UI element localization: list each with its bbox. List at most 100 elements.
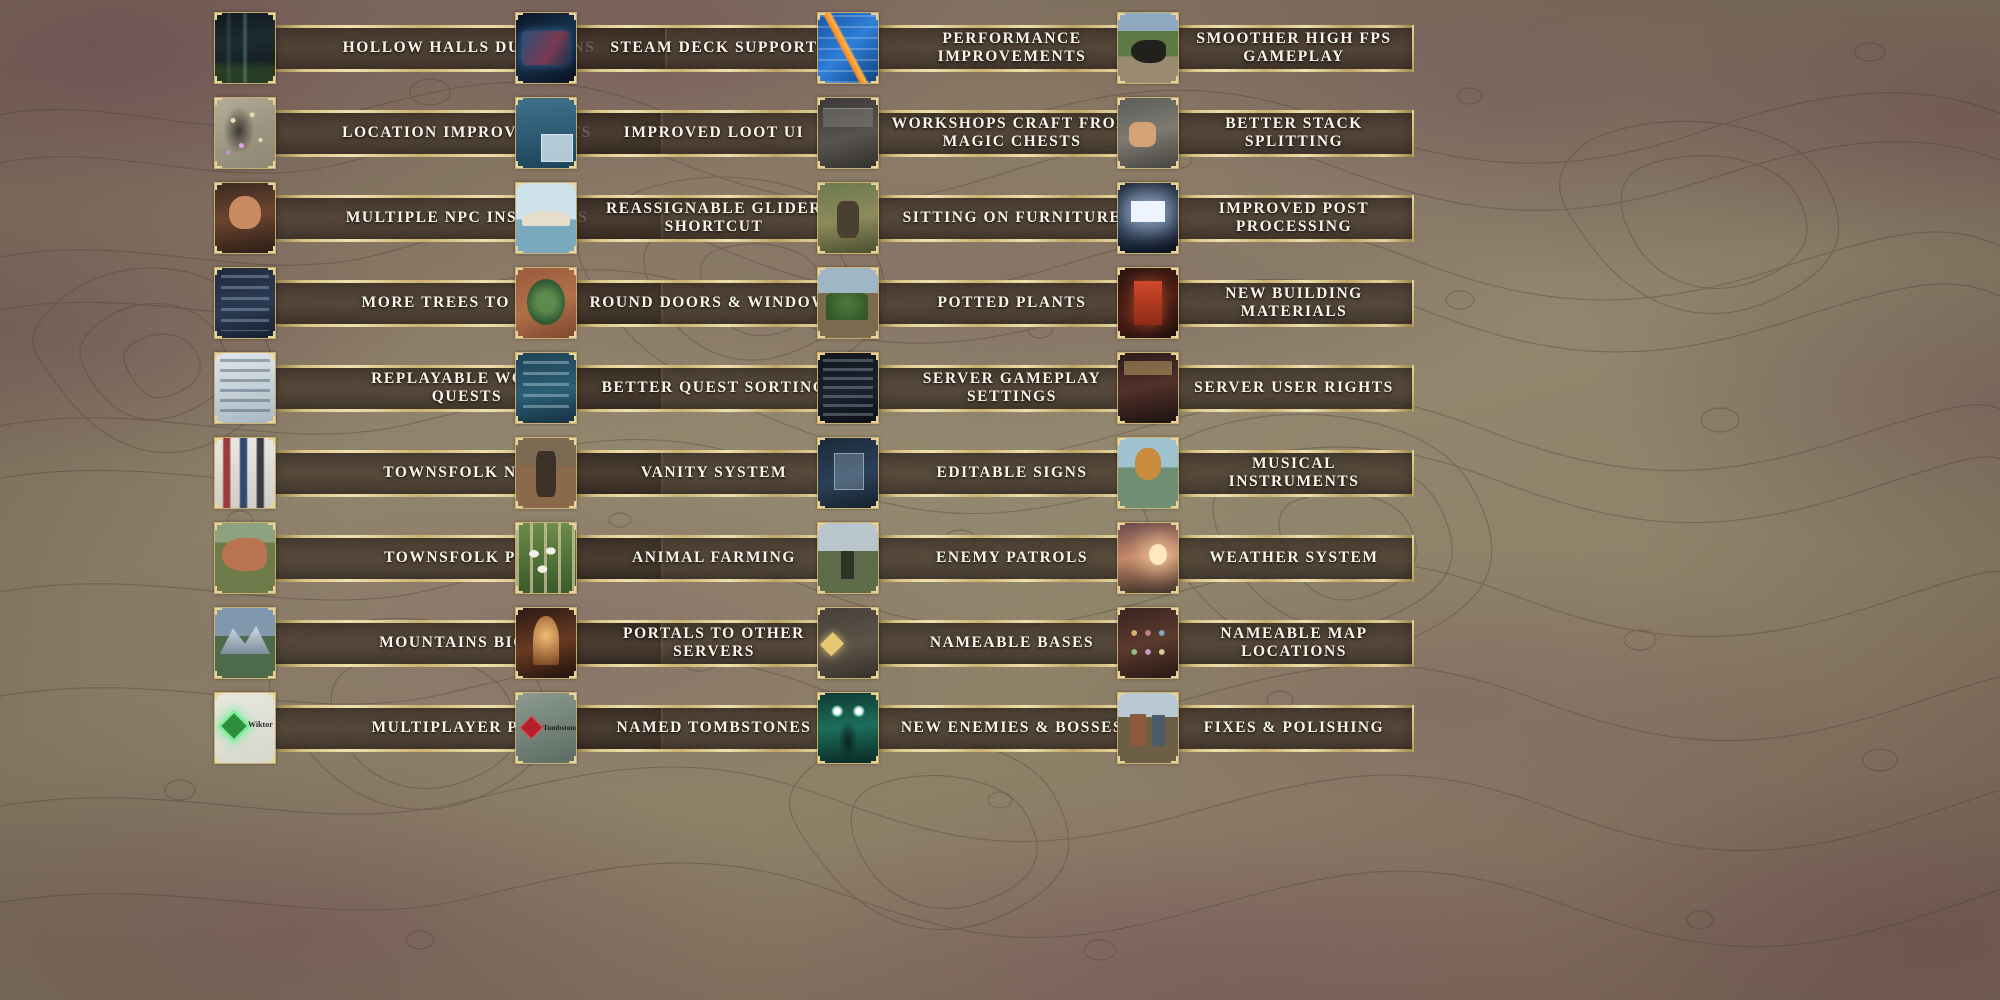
- sunset-weather-thumbnail[interactable]: [1117, 522, 1179, 594]
- glider-flight-thumbnail[interactable]: [515, 182, 577, 254]
- feature-item-better-stack-splitting[interactable]: BETTER STACK SPLITTING: [1117, 97, 1414, 169]
- feature-item-musical-instruments[interactable]: MUSICAL INSTRUMENTS: [1117, 437, 1414, 509]
- feature-label-bar-round-doors-and-windows[interactable]: ROUND DOORS & WINDOWS: [574, 279, 856, 327]
- feature-label-bar-better-stack-splitting[interactable]: BETTER STACK SPLITTING: [1176, 109, 1414, 157]
- mountain-landscape-thumbnail[interactable]: [214, 607, 276, 679]
- loot-window-thumbnail[interactable]: [515, 97, 577, 169]
- feature-item-sitting-on-furniture[interactable]: SITTING ON FURNITURE: [817, 182, 1150, 254]
- feature-label-bar-new-enemies-and-bosses[interactable]: NEW ENEMIES & BOSSES: [876, 704, 1150, 752]
- quest-sorting-panel-thumbnail[interactable]: [515, 352, 577, 424]
- feature-item-nameable-map-locations[interactable]: NAMEABLE MAP LOCATIONS: [1117, 607, 1414, 679]
- characters-scene-thumbnail[interactable]: [1117, 692, 1179, 764]
- feature-label-bar-enemy-patrols[interactable]: ENEMY PATROLS: [876, 534, 1150, 582]
- feature-label-bar-better-quest-sorting[interactable]: BETTER QUEST SORTING: [574, 364, 856, 412]
- feature-label-bar-sitting-on-furniture[interactable]: SITTING ON FURNITURE: [876, 194, 1150, 242]
- feature-item-potted-plants[interactable]: POTTED PLANTS: [817, 267, 1150, 339]
- npc-dwarf-portrait-thumbnail[interactable]: [214, 182, 276, 254]
- vanity-outfit-thumbnail[interactable]: [515, 437, 577, 509]
- feature-label-text: SERVER GAMEPLAY SETTINGS: [922, 369, 1102, 405]
- feature-label-bar-workshops-craft-magic-chests[interactable]: WORKSHOPS CRAFT FROM MAGIC CHESTS: [876, 109, 1150, 157]
- feature-label-bar-potted-plants[interactable]: POTTED PLANTS: [876, 279, 1150, 327]
- feature-item-improved-post-processing[interactable]: IMPROVED POST PROCESSING: [1117, 182, 1414, 254]
- feature-label-bar-vanity-system[interactable]: VANITY SYSTEM: [574, 449, 856, 497]
- feature-item-weather-system[interactable]: WEATHER SYSTEM: [1117, 522, 1414, 594]
- feature-label-bar-performance-improvements[interactable]: PERFORMANCE IMPROVEMENTS: [876, 24, 1150, 72]
- round-door-thumbnail[interactable]: [515, 267, 577, 339]
- enemy-patrol-thumbnail[interactable]: [817, 522, 879, 594]
- portal-doorway-thumbnail[interactable]: [515, 607, 577, 679]
- feature-item-enemy-patrols[interactable]: ENEMY PATROLS: [817, 522, 1150, 594]
- feature-label-bar-named-tombstones[interactable]: NAMED TOMBSTONES: [574, 704, 856, 752]
- feature-label-bar-new-building-materials[interactable]: NEW BUILDING MATERIALS: [1176, 279, 1414, 327]
- world-map-markers-thumbnail[interactable]: [214, 97, 276, 169]
- quest-list-panel-thumbnail[interactable]: [214, 352, 276, 424]
- home-level-marker-thumbnail[interactable]: [817, 607, 879, 679]
- feature-label-bar-nameable-bases[interactable]: NAMEABLE BASES: [876, 619, 1150, 667]
- animal-pen-thumbnail[interactable]: [515, 522, 577, 594]
- wooden-sign-thumbnail[interactable]: [817, 437, 879, 509]
- stock-market-chart-thumbnail[interactable]: [817, 12, 879, 84]
- creature-running-thumbnail[interactable]: [1117, 12, 1179, 84]
- feature-item-reassignable-glider-shortcut[interactable]: REASSIGNABLE GLIDER SHORTCUT: [515, 182, 856, 254]
- server-permissions-thumbnail[interactable]: [1117, 352, 1179, 424]
- thumbnail-corner-ornament: [818, 246, 825, 253]
- potted-plants-thumbnail[interactable]: [817, 267, 879, 339]
- feature-item-server-user-rights[interactable]: SERVER USER RIGHTS: [1117, 352, 1414, 424]
- feature-label-bar-fixes-and-polishing[interactable]: FIXES & POLISHING: [1176, 704, 1414, 752]
- inventory-stack-thumbnail[interactable]: [1117, 97, 1179, 169]
- player-ping-marker-thumbnail[interactable]: Wiktor: [214, 692, 276, 764]
- townsfolk-character-sheet-thumbnail[interactable]: [214, 437, 276, 509]
- feature-label-bar-musical-instruments[interactable]: MUSICAL INSTRUMENTS: [1176, 449, 1414, 497]
- feature-label-bar-smoother-high-fps-gameplay[interactable]: SMOOTHER HIGH FPS GAMEPLAY: [1176, 24, 1414, 72]
- feature-label-bar-improved-loot-ui[interactable]: IMPROVED LOOT UI: [574, 109, 856, 157]
- building-material-thumbnail[interactable]: [1117, 267, 1179, 339]
- feature-label-bar-editable-signs[interactable]: EDITABLE SIGNS: [876, 449, 1150, 497]
- feature-item-performance-improvements[interactable]: PERFORMANCE IMPROVEMENTS: [817, 12, 1150, 84]
- feature-item-fixes-and-polishing[interactable]: FIXES & POLISHING: [1117, 692, 1414, 764]
- feature-item-portals-to-other-servers[interactable]: PORTALS TO OTHER SERVERS: [515, 607, 856, 679]
- feature-label-text: SMOOTHER HIGH FPS GAMEPLAY: [1196, 29, 1392, 65]
- dungeon-interior-thumbnail[interactable]: [214, 12, 276, 84]
- tombstone-marker-thumbnail[interactable]: Tombstone: [515, 692, 577, 764]
- feature-label-bar-server-gameplay-settings[interactable]: SERVER GAMEPLAY SETTINGS: [876, 364, 1150, 412]
- feature-label-bar-animal-farming[interactable]: ANIMAL FARMING: [574, 534, 856, 582]
- feature-item-workshops-craft-magic-chests[interactable]: WORKSHOPS CRAFT FROM MAGIC CHESTS: [817, 97, 1150, 169]
- feature-item-smoother-high-fps-gameplay[interactable]: SMOOTHER HIGH FPS GAMEPLAY: [1117, 12, 1414, 84]
- feature-label-bar-improved-post-processing[interactable]: IMPROVED POST PROCESSING: [1176, 194, 1414, 242]
- feature-label-bar-steam-deck-support[interactable]: STEAM DECK SUPPORT: [574, 24, 856, 72]
- map-marker-picker-thumbnail[interactable]: [1117, 607, 1179, 679]
- workshop-panel-thumbnail[interactable]: [817, 97, 879, 169]
- feature-item-steam-deck-support[interactable]: STEAM DECK SUPPORT: [515, 12, 856, 84]
- feature-label-text: PORTALS TO OTHER SERVERS: [623, 624, 805, 660]
- tree-list-panel-thumbnail[interactable]: [214, 267, 276, 339]
- lute-player-thumbnail[interactable]: [1117, 437, 1179, 509]
- thumbnail-corner-ornament: [516, 76, 523, 83]
- steam-deck-device-thumbnail[interactable]: [515, 12, 577, 84]
- feature-item-editable-signs[interactable]: EDITABLE SIGNS: [817, 437, 1150, 509]
- pet-animal-thumbnail[interactable]: [214, 522, 276, 594]
- feature-item-named-tombstones[interactable]: Tombstone NAMED TOMBSTONES: [515, 692, 856, 764]
- feature-item-animal-farming[interactable]: ANIMAL FARMING: [515, 522, 856, 594]
- feature-item-round-doors-and-windows[interactable]: ROUND DOORS & WINDOWS: [515, 267, 856, 339]
- feature-label-text: ROUND DOORS & WINDOWS: [589, 293, 839, 311]
- boss-creature-thumbnail[interactable]: [817, 692, 879, 764]
- feature-item-new-enemies-and-bosses[interactable]: NEW ENEMIES & BOSSES: [817, 692, 1150, 764]
- feature-item-new-building-materials[interactable]: NEW BUILDING MATERIALS: [1117, 267, 1414, 339]
- character-sitting-thumbnail[interactable]: [817, 182, 879, 254]
- feature-label-bar-server-user-rights[interactable]: SERVER USER RIGHTS: [1176, 364, 1414, 412]
- feature-item-server-gameplay-settings[interactable]: SERVER GAMEPLAY SETTINGS: [817, 352, 1150, 424]
- server-settings-panel-thumbnail[interactable]: [817, 352, 879, 424]
- feature-item-improved-loot-ui[interactable]: IMPROVED LOOT UI: [515, 97, 856, 169]
- thumbnail-corner-ornament: [1171, 268, 1178, 275]
- lighting-effect-thumbnail[interactable]: [1117, 182, 1179, 254]
- feature-label-bar-weather-system[interactable]: WEATHER SYSTEM: [1176, 534, 1414, 582]
- thumbnail-corner-ornament: [268, 438, 275, 445]
- feature-label-bar-reassignable-glider-shortcut[interactable]: REASSIGNABLE GLIDER SHORTCUT: [574, 194, 856, 242]
- feature-label-bar-nameable-map-locations[interactable]: NAMEABLE MAP LOCATIONS: [1176, 619, 1414, 667]
- feature-label-bar-portals-to-other-servers[interactable]: PORTALS TO OTHER SERVERS: [574, 619, 856, 667]
- feature-item-vanity-system[interactable]: VANITY SYSTEM: [515, 437, 856, 509]
- feature-item-nameable-bases[interactable]: NAMEABLE BASES: [817, 607, 1150, 679]
- thumbnail-corner-ornament: [1171, 756, 1178, 763]
- feature-item-better-quest-sorting[interactable]: BETTER QUEST SORTING: [515, 352, 856, 424]
- thumbnail-corner-ornament: [215, 671, 222, 678]
